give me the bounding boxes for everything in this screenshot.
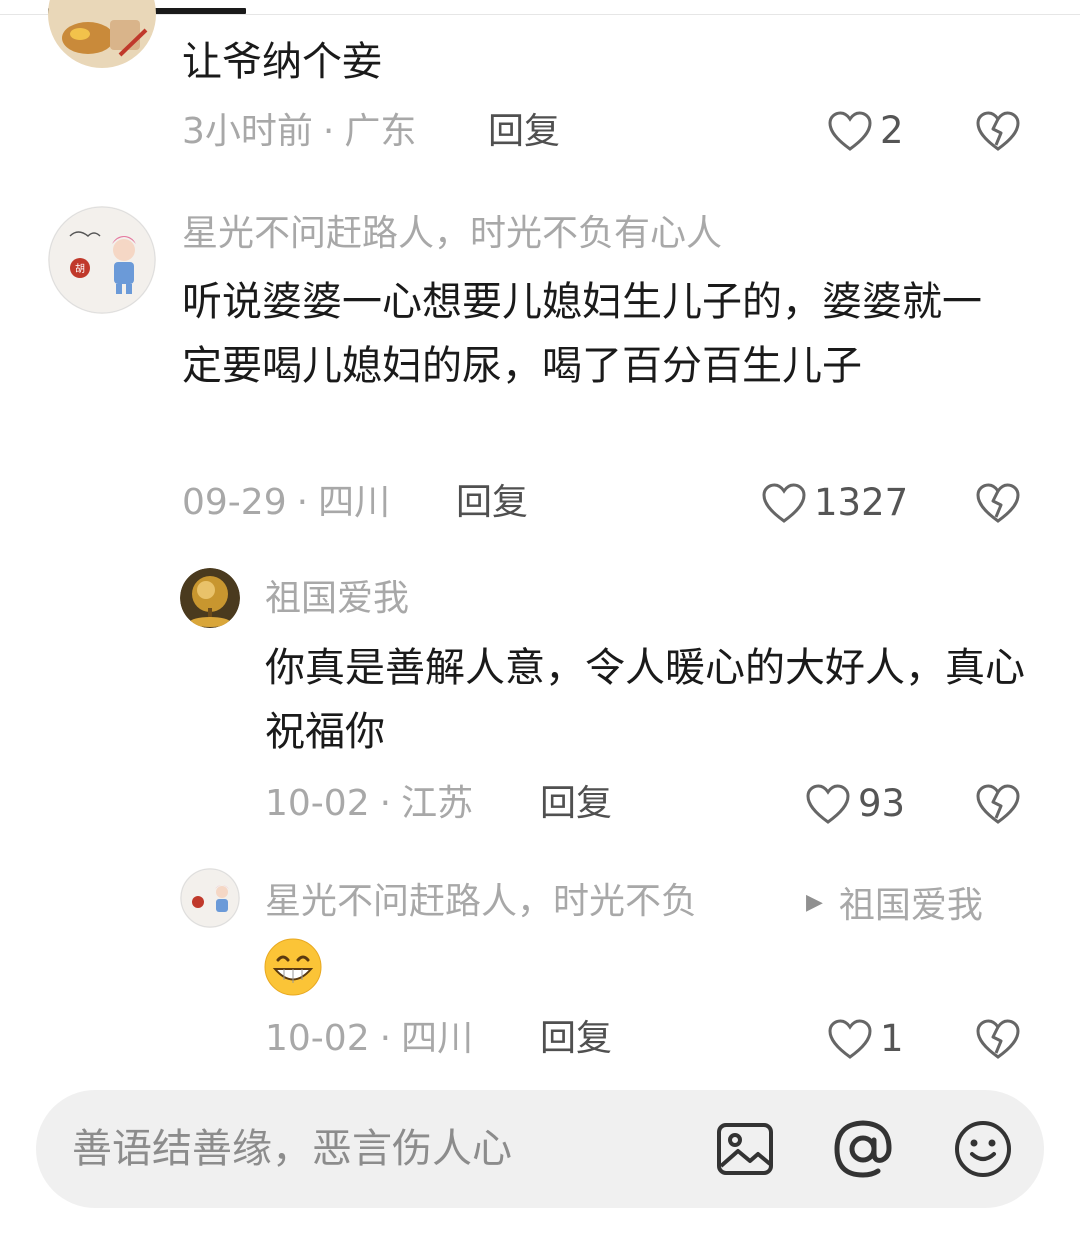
dislike-button[interactable] [974, 481, 1022, 525]
separator-dot: · [296, 482, 309, 523]
avatar[interactable] [180, 868, 240, 928]
play-arrow-icon: ▶ [806, 889, 823, 915]
like-button[interactable]: 1 [826, 1014, 904, 1064]
heart-icon [762, 483, 806, 523]
like-count: 1 [880, 1017, 904, 1060]
reply-meta: 10-02 · 四川 [265, 1017, 473, 1061]
like-count: 1327 [814, 481, 909, 524]
broken-heart-icon [976, 111, 1020, 151]
avatar[interactable] [48, 0, 156, 68]
heart-icon [828, 111, 872, 151]
emoji-icon[interactable] [952, 1118, 1014, 1180]
comment-composer [36, 1090, 1044, 1208]
comment-time: 09-29 [182, 482, 287, 523]
avatar[interactable] [180, 568, 240, 628]
reply-button[interactable]: 回复 [540, 782, 612, 826]
broken-heart-icon [976, 483, 1020, 523]
comment-time: 3小时前 [182, 111, 313, 152]
comment-page: 让爷纳个妾 3小时前 · 广东 回复 2 胡 星光不问赶路人，时光不负有心人 听说婆… [0, 0, 1080, 1233]
heart-icon [806, 784, 850, 824]
reply-username[interactable]: 星光不问赶路人，时光不负 [265, 880, 697, 924]
reply-button[interactable]: 回复 [488, 110, 560, 154]
broken-heart-icon [976, 784, 1020, 824]
avatar[interactable]: 胡 [48, 206, 156, 314]
like-count: 2 [880, 109, 904, 152]
like-button[interactable]: 93 [804, 779, 905, 829]
reply-location: 四川 [401, 1018, 474, 1059]
separator-dot: · [322, 111, 335, 152]
at-icon[interactable] [832, 1118, 894, 1180]
like-count: 93 [858, 782, 906, 825]
username-fade [690, 876, 790, 926]
comment-text: 让爷纳个妾 [182, 39, 382, 85]
reply-meta: 10-02 · 江苏 [265, 782, 473, 826]
reply-username[interactable]: 祖国爱我 [265, 577, 409, 621]
grinning-face-icon [264, 938, 322, 996]
comment-meta: 09-29 · 四川 [182, 481, 390, 525]
reply-target-name: 祖国爱我 [838, 885, 983, 926]
divider [0, 14, 1080, 15]
dislike-button[interactable] [974, 1017, 1022, 1061]
comment-location: 广东 [344, 111, 417, 152]
separator-dot: · [379, 783, 392, 824]
reply-location: 江苏 [401, 783, 474, 824]
reply-time: 10-02 [265, 783, 370, 824]
reply-text: 你真是善解人意，令人暖心的大好人，真心祝福你 [265, 645, 1025, 755]
svg-text:胡: 胡 [75, 262, 85, 275]
reply-time: 10-02 [265, 1018, 370, 1059]
heart-icon [828, 1019, 872, 1059]
comment-text: 听说婆婆一心想要儿媳妇生儿子的，婆婆就一定要喝儿媳妇的尿，喝了百分百生儿子 [182, 279, 982, 389]
reply-button[interactable]: 回复 [540, 1017, 612, 1061]
broken-heart-icon [976, 1019, 1020, 1059]
comment-username[interactable]: 星光不问赶路人，时光不负有心人 [182, 212, 722, 256]
like-button[interactable]: 2 [826, 106, 904, 156]
reply-target[interactable]: ▶ 祖国爱我 [806, 880, 983, 926]
comment-meta: 3小时前 · 广东 [182, 110, 416, 154]
comment-location: 四川 [318, 482, 391, 523]
comment-input[interactable] [72, 1114, 672, 1184]
like-button[interactable]: 1327 [760, 478, 908, 528]
separator-dot: · [379, 1018, 392, 1059]
dislike-button[interactable] [974, 109, 1022, 153]
reply-button[interactable]: 回复 [456, 481, 528, 525]
image-icon[interactable] [714, 1118, 776, 1180]
dislike-button[interactable] [974, 782, 1022, 826]
